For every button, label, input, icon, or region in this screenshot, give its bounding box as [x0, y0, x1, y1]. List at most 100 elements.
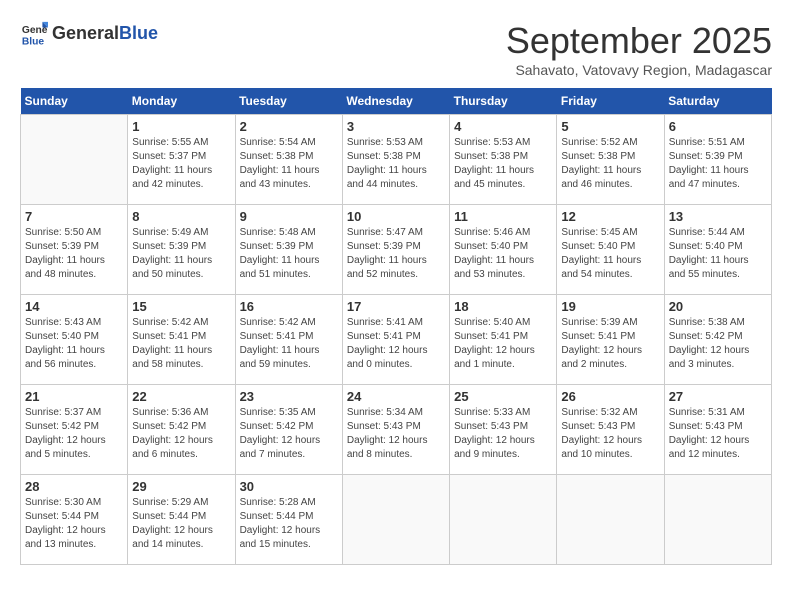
day-info: Sunrise: 5:48 AM Sunset: 5:39 PM Dayligh… [240, 226, 338, 282]
calendar-cell [664, 475, 771, 565]
day-number: 28 [25, 479, 123, 494]
page-header: General Blue GeneralBlue September 2025 … [20, 20, 772, 78]
day-number: 24 [347, 389, 445, 404]
calendar-cell: 13Sunrise: 5:44 AM Sunset: 5:40 PM Dayli… [664, 205, 771, 295]
day-number: 4 [454, 119, 552, 134]
day-number: 17 [347, 299, 445, 314]
calendar-cell: 15Sunrise: 5:42 AM Sunset: 5:41 PM Dayli… [128, 295, 235, 385]
calendar-cell: 10Sunrise: 5:47 AM Sunset: 5:39 PM Dayli… [342, 205, 449, 295]
day-number: 1 [132, 119, 230, 134]
day-info: Sunrise: 5:54 AM Sunset: 5:38 PM Dayligh… [240, 136, 338, 192]
day-info: Sunrise: 5:52 AM Sunset: 5:38 PM Dayligh… [561, 136, 659, 192]
day-info: Sunrise: 5:29 AM Sunset: 5:44 PM Dayligh… [132, 496, 230, 552]
day-number: 8 [132, 209, 230, 224]
day-number: 22 [132, 389, 230, 404]
col-header-wednesday: Wednesday [342, 88, 449, 115]
calendar-cell: 6 Sunrise: 5:51 AM Sunset: 5:39 PM Daylig… [664, 115, 771, 205]
calendar-cell [557, 475, 664, 565]
day-info: Sunrise: 5:53 AM Sunset: 5:38 PM Dayligh… [347, 136, 445, 192]
day-number: 7 [25, 209, 123, 224]
calendar-week-row: 7 Sunrise: 5:50 AM Sunset: 5:39 PM Daylig… [21, 205, 772, 295]
day-number: 18 [454, 299, 552, 314]
day-info: Sunrise: 5:53 AM Sunset: 5:38 PM Dayligh… [454, 136, 552, 192]
day-number: 21 [25, 389, 123, 404]
day-number: 19 [561, 299, 659, 314]
calendar-cell: 1 Sunrise: 5:55 AM Sunset: 5:37 PM Daylig… [128, 115, 235, 205]
day-number: 20 [669, 299, 767, 314]
title-block: September 2025 Sahavato, Vatovavy Region… [506, 20, 772, 78]
calendar-cell: 19 Sunrise: 5:39 AM Sunset: 5:41 PM Dayli… [557, 295, 664, 385]
day-info: Sunrise: 5:31 AM Sunset: 5:43 PM Dayligh… [669, 406, 767, 462]
day-info: Sunrise: 5:46 AM Sunset: 5:40 PM Dayligh… [454, 226, 552, 282]
day-number: 29 [132, 479, 230, 494]
calendar-cell: 18Sunrise: 5:40 AM Sunset: 5:41 PM Dayli… [450, 295, 557, 385]
day-number: 12 [561, 209, 659, 224]
day-info: Sunrise: 5:38 AM Sunset: 5:42 PM Dayligh… [669, 316, 767, 372]
day-number: 13 [669, 209, 767, 224]
logo-general: General [52, 23, 119, 43]
day-number: 14 [25, 299, 123, 314]
col-header-thursday: Thursday [450, 88, 557, 115]
day-number: 6 [669, 119, 767, 134]
calendar-cell: 29 Sunrise: 5:29 AM Sunset: 5:44 PM Dayli… [128, 475, 235, 565]
calendar-cell: 30 Sunrise: 5:28 AM Sunset: 5:44 PM Dayli… [235, 475, 342, 565]
calendar-cell: 4 Sunrise: 5:53 AM Sunset: 5:38 PM Daylig… [450, 115, 557, 205]
calendar-cell [342, 475, 449, 565]
col-header-saturday: Saturday [664, 88, 771, 115]
day-number: 2 [240, 119, 338, 134]
day-number: 16 [240, 299, 338, 314]
calendar-cell: 22 Sunrise: 5:36 AM Sunset: 5:42 PM Dayli… [128, 385, 235, 475]
calendar-cell: 28 Sunrise: 5:30 AM Sunset: 5:44 PM Dayli… [21, 475, 128, 565]
calendar-cell: 26 Sunrise: 5:32 AM Sunset: 5:43 PM Dayli… [557, 385, 664, 475]
logo-blue: Blue [119, 23, 158, 43]
calendar-cell: 23Sunrise: 5:35 AM Sunset: 5:42 PM Dayli… [235, 385, 342, 475]
calendar-week-row: 14 Sunrise: 5:43 AM Sunset: 5:40 PM Dayli… [21, 295, 772, 385]
day-info: Sunrise: 5:30 AM Sunset: 5:44 PM Dayligh… [25, 496, 123, 552]
day-info: Sunrise: 5:32 AM Sunset: 5:43 PM Dayligh… [561, 406, 659, 462]
day-info: Sunrise: 5:50 AM Sunset: 5:39 PM Dayligh… [25, 226, 123, 282]
calendar-cell: 9Sunrise: 5:48 AM Sunset: 5:39 PM Daylig… [235, 205, 342, 295]
day-info: Sunrise: 5:33 AM Sunset: 5:43 PM Dayligh… [454, 406, 552, 462]
day-number: 25 [454, 389, 552, 404]
day-info: Sunrise: 5:39 AM Sunset: 5:41 PM Dayligh… [561, 316, 659, 372]
day-number: 26 [561, 389, 659, 404]
day-number: 15 [132, 299, 230, 314]
day-info: Sunrise: 5:37 AM Sunset: 5:42 PM Dayligh… [25, 406, 123, 462]
col-header-friday: Friday [557, 88, 664, 115]
calendar-cell: 5Sunrise: 5:52 AM Sunset: 5:38 PM Daylig… [557, 115, 664, 205]
calendar-cell: 8 Sunrise: 5:49 AM Sunset: 5:39 PM Daylig… [128, 205, 235, 295]
location-subtitle: Sahavato, Vatovavy Region, Madagascar [506, 62, 772, 78]
calendar-table: SundayMondayTuesdayWednesdayThursdayFrid… [20, 88, 772, 565]
day-info: Sunrise: 5:36 AM Sunset: 5:42 PM Dayligh… [132, 406, 230, 462]
calendar-cell: 7 Sunrise: 5:50 AM Sunset: 5:39 PM Daylig… [21, 205, 128, 295]
calendar-cell: 3 Sunrise: 5:53 AM Sunset: 5:38 PM Daylig… [342, 115, 449, 205]
calendar-cell: 14 Sunrise: 5:43 AM Sunset: 5:40 PM Dayli… [21, 295, 128, 385]
calendar-cell: 21 Sunrise: 5:37 AM Sunset: 5:42 PM Dayli… [21, 385, 128, 475]
col-header-sunday: Sunday [21, 88, 128, 115]
calendar-cell: 17Sunrise: 5:41 AM Sunset: 5:41 PM Dayli… [342, 295, 449, 385]
day-number: 27 [669, 389, 767, 404]
svg-text:Blue: Blue [22, 36, 45, 47]
day-info: Sunrise: 5:55 AM Sunset: 5:37 PM Dayligh… [132, 136, 230, 192]
calendar-cell: 16Sunrise: 5:42 AM Sunset: 5:41 PM Dayli… [235, 295, 342, 385]
calendar-week-row: 28 Sunrise: 5:30 AM Sunset: 5:44 PM Dayli… [21, 475, 772, 565]
calendar-cell: 2 Sunrise: 5:54 AM Sunset: 5:38 PM Daylig… [235, 115, 342, 205]
calendar-cell: 20 Sunrise: 5:38 AM Sunset: 5:42 PM Dayli… [664, 295, 771, 385]
day-info: Sunrise: 5:45 AM Sunset: 5:40 PM Dayligh… [561, 226, 659, 282]
day-number: 30 [240, 479, 338, 494]
logo: General Blue GeneralBlue [20, 20, 158, 48]
calendar-cell [450, 475, 557, 565]
day-info: Sunrise: 5:28 AM Sunset: 5:44 PM Dayligh… [240, 496, 338, 552]
day-number: 23 [240, 389, 338, 404]
calendar-week-row: 1 Sunrise: 5:55 AM Sunset: 5:37 PM Daylig… [21, 115, 772, 205]
col-header-monday: Monday [128, 88, 235, 115]
day-info: Sunrise: 5:34 AM Sunset: 5:43 PM Dayligh… [347, 406, 445, 462]
day-number: 3 [347, 119, 445, 134]
col-header-tuesday: Tuesday [235, 88, 342, 115]
day-info: Sunrise: 5:49 AM Sunset: 5:39 PM Dayligh… [132, 226, 230, 282]
calendar-cell: 24 Sunrise: 5:34 AM Sunset: 5:43 PM Dayli… [342, 385, 449, 475]
day-number: 11 [454, 209, 552, 224]
calendar-cell: 25 Sunrise: 5:33 AM Sunset: 5:43 PM Dayli… [450, 385, 557, 475]
day-info: Sunrise: 5:51 AM Sunset: 5:39 PM Dayligh… [669, 136, 767, 192]
day-info: Sunrise: 5:43 AM Sunset: 5:40 PM Dayligh… [25, 316, 123, 372]
